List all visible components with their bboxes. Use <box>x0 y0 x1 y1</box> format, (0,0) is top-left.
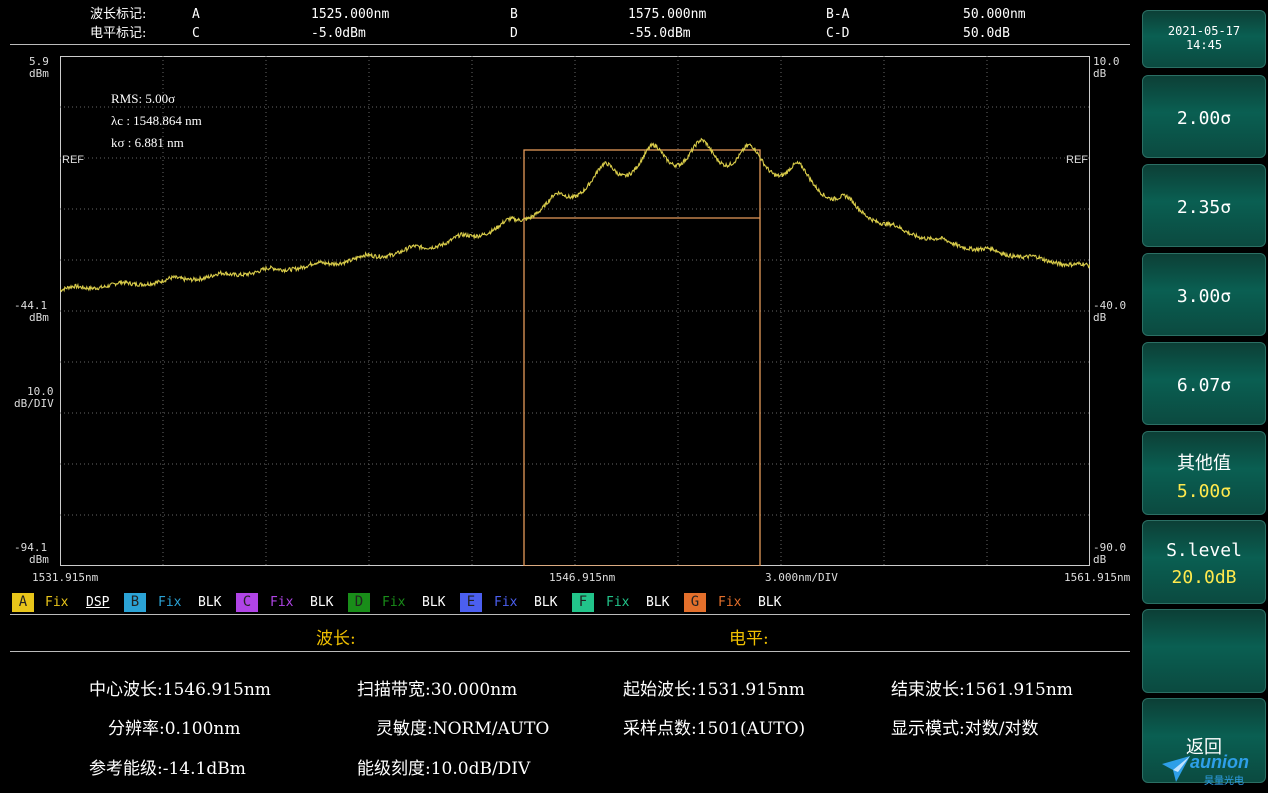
aunion-logo: aunion 昊量光电 <box>1160 752 1266 787</box>
marker-c-value: -5.0dBm <box>311 26 366 41</box>
wavelength-marker-label: 波长标记: <box>90 7 147 22</box>
s-level-button[interactable]: S.level 20.0dB <box>1142 520 1266 604</box>
section-divider <box>10 651 1130 652</box>
rms-readout: RMS: 5.00σ <box>111 91 175 106</box>
resolution-info: 分辨率:0.100nm <box>108 719 241 739</box>
trace-b-mode[interactable]: Fix <box>158 593 181 612</box>
legend-divider <box>10 614 1130 615</box>
trace-a-mode[interactable]: Fix <box>45 593 68 612</box>
sigma-2-00-button[interactable]: 2.00σ <box>1142 75 1266 158</box>
sampling-info: 采样点数:1501(AUTO) <box>623 719 806 739</box>
sigma-2-35-label: 2.35σ <box>1176 197 1232 218</box>
trace-c-button[interactable]: C <box>236 593 258 612</box>
y-right-bot-unit: dB <box>1093 553 1107 566</box>
sigma-3-00-label: 3.00σ <box>1176 286 1232 307</box>
time-label: 14:45 <box>1185 38 1223 52</box>
x-start-label: 1531.915nm <box>32 571 99 584</box>
sensitivity-info: 灵敏度:NORM/AUTO <box>376 719 550 739</box>
sigma-3-00-button[interactable]: 3.00σ <box>1142 253 1266 336</box>
trace-e-mode[interactable]: Fix <box>494 593 517 612</box>
y-right-top-unit: dB <box>1093 67 1107 80</box>
trace-a-state[interactable]: DSP <box>86 593 109 612</box>
y-right-mid-unit: dB <box>1093 311 1107 324</box>
trace-d-state[interactable]: BLK <box>422 593 445 612</box>
trace-c-mode[interactable]: Fix <box>270 593 293 612</box>
trace-e-button[interactable]: E <box>460 593 482 612</box>
logo-mark-icon <box>1162 756 1190 782</box>
date-label: 2021-05-17 <box>1167 24 1241 38</box>
marker-b-value: 1575.000nm <box>628 7 707 22</box>
logo-subtext: 昊量光电 <box>1204 776 1244 787</box>
x-center-label: 1546.915nm <box>549 571 616 584</box>
other-value-value: 5.00σ <box>1176 481 1232 502</box>
y-left-top-unit: dBm <box>29 67 49 80</box>
marker-d-value: -55.0dBm <box>628 26 691 41</box>
trace-e-state[interactable]: BLK <box>534 593 557 612</box>
reference-level-info: 参考能级:-14.1dBm <box>89 759 246 779</box>
display-mode-info: 显示模式:对数/对数 <box>891 719 1039 739</box>
trace-f-state[interactable]: BLK <box>646 593 669 612</box>
s-level-value: 20.0dB <box>1171 567 1237 588</box>
trace-g-mode[interactable]: Fix <box>718 593 741 612</box>
y-scale-unit: dB/DIV <box>14 397 54 410</box>
wavelength-section-title: 波长: <box>316 629 356 649</box>
x-end-label: 1561.915nm <box>1064 571 1131 584</box>
level-section-title: 电平: <box>729 629 769 649</box>
y-left-mid-unit: dBm <box>29 311 49 324</box>
x-div-label: 3.000nm/DIV <box>765 571 838 584</box>
sigma-2-00-label: 2.00σ <box>1176 108 1232 129</box>
header-divider <box>10 44 1130 45</box>
trace-d-button[interactable]: D <box>348 593 370 612</box>
span-info: 扫描带宽:30.000nm <box>357 680 518 700</box>
center-wavelength-info: 中心波长:1546.915nm <box>89 680 271 700</box>
marker-a-name: A <box>192 7 200 22</box>
other-value-button[interactable]: 其他值 5.00σ <box>1142 431 1266 515</box>
spectrum-plot[interactable]: REF REF RMS: 5.00σ λc : 1548.864 nm kσ :… <box>60 56 1090 566</box>
ref-right-label: REF <box>1066 154 1088 166</box>
marker-cd-value: 50.0dB <box>963 26 1010 41</box>
ref-left-label: REF <box>62 154 84 166</box>
marker-ba-name: B-A <box>826 7 850 22</box>
sigma-2-35-button[interactable]: 2.35σ <box>1142 164 1266 247</box>
level-scale-info: 能级刻度:10.0dB/DIV <box>357 759 531 779</box>
other-value-title: 其他值 <box>1177 453 1231 474</box>
start-wavelength-info: 起始波长:1531.915nm <box>623 680 805 700</box>
trace-b-button[interactable]: B <box>124 593 146 612</box>
trace-d-mode[interactable]: Fix <box>382 593 405 612</box>
marker-a-value: 1525.000nm <box>311 7 390 22</box>
sigma-6-07-button[interactable]: 6.07σ <box>1142 342 1266 425</box>
trace-g-button[interactable]: G <box>684 593 706 612</box>
level-marker-label: 电平标记: <box>90 26 147 41</box>
datetime-display: 2021-05-17 14:45 <box>1142 10 1266 68</box>
trace-a-button[interactable]: A <box>12 593 34 612</box>
trace-f-mode[interactable]: Fix <box>606 593 629 612</box>
center-wavelength-readout: λc : 1548.864 nm <box>111 113 202 128</box>
k-sigma-readout: kσ : 6.881 nm <box>111 135 184 150</box>
marker-ba-value: 50.000nm <box>963 7 1026 22</box>
trace-b-state[interactable]: BLK <box>198 593 221 612</box>
trace-c-state[interactable]: BLK <box>310 593 333 612</box>
y-left-bot-unit: dBm <box>29 553 49 566</box>
marker-b-name: B <box>510 7 518 22</box>
marker-c-name: C <box>192 26 200 41</box>
trace-g-state[interactable]: BLK <box>758 593 781 612</box>
logo-text: aunion <box>1190 752 1249 772</box>
blank-softkey[interactable] <box>1142 609 1266 693</box>
sigma-6-07-label: 6.07σ <box>1176 375 1232 396</box>
s-level-title: S.level <box>1166 540 1242 561</box>
marker-d-name: D <box>510 26 518 41</box>
marker-cd-name: C-D <box>826 26 850 41</box>
stop-wavelength-info: 结束波长:1561.915nm <box>891 680 1073 700</box>
trace-f-button[interactable]: F <box>572 593 594 612</box>
